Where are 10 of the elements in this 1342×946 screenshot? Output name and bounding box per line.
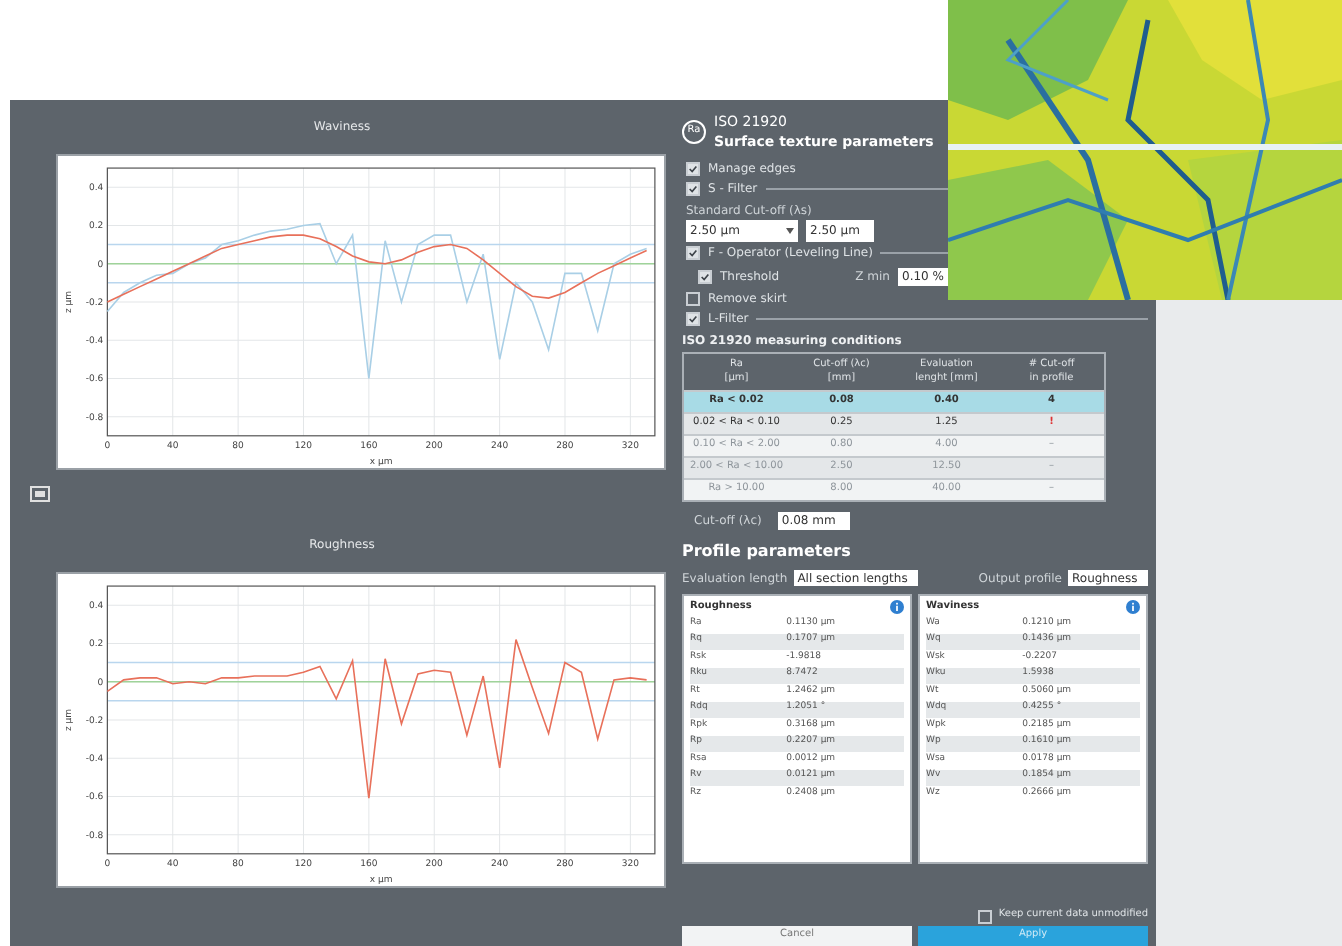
checkbox[interactable] [686, 312, 700, 326]
toggle-icon[interactable] [30, 486, 50, 502]
section-title: Profile parameters [682, 540, 853, 564]
caret-icon [786, 228, 794, 234]
checkbox[interactable] [686, 182, 700, 196]
checkbox[interactable] [686, 161, 700, 175]
info-icon[interactable] [890, 600, 904, 614]
checkbox[interactable] [698, 269, 712, 283]
info-icon[interactable] [1126, 600, 1140, 614]
checkbox[interactable] [686, 246, 700, 260]
